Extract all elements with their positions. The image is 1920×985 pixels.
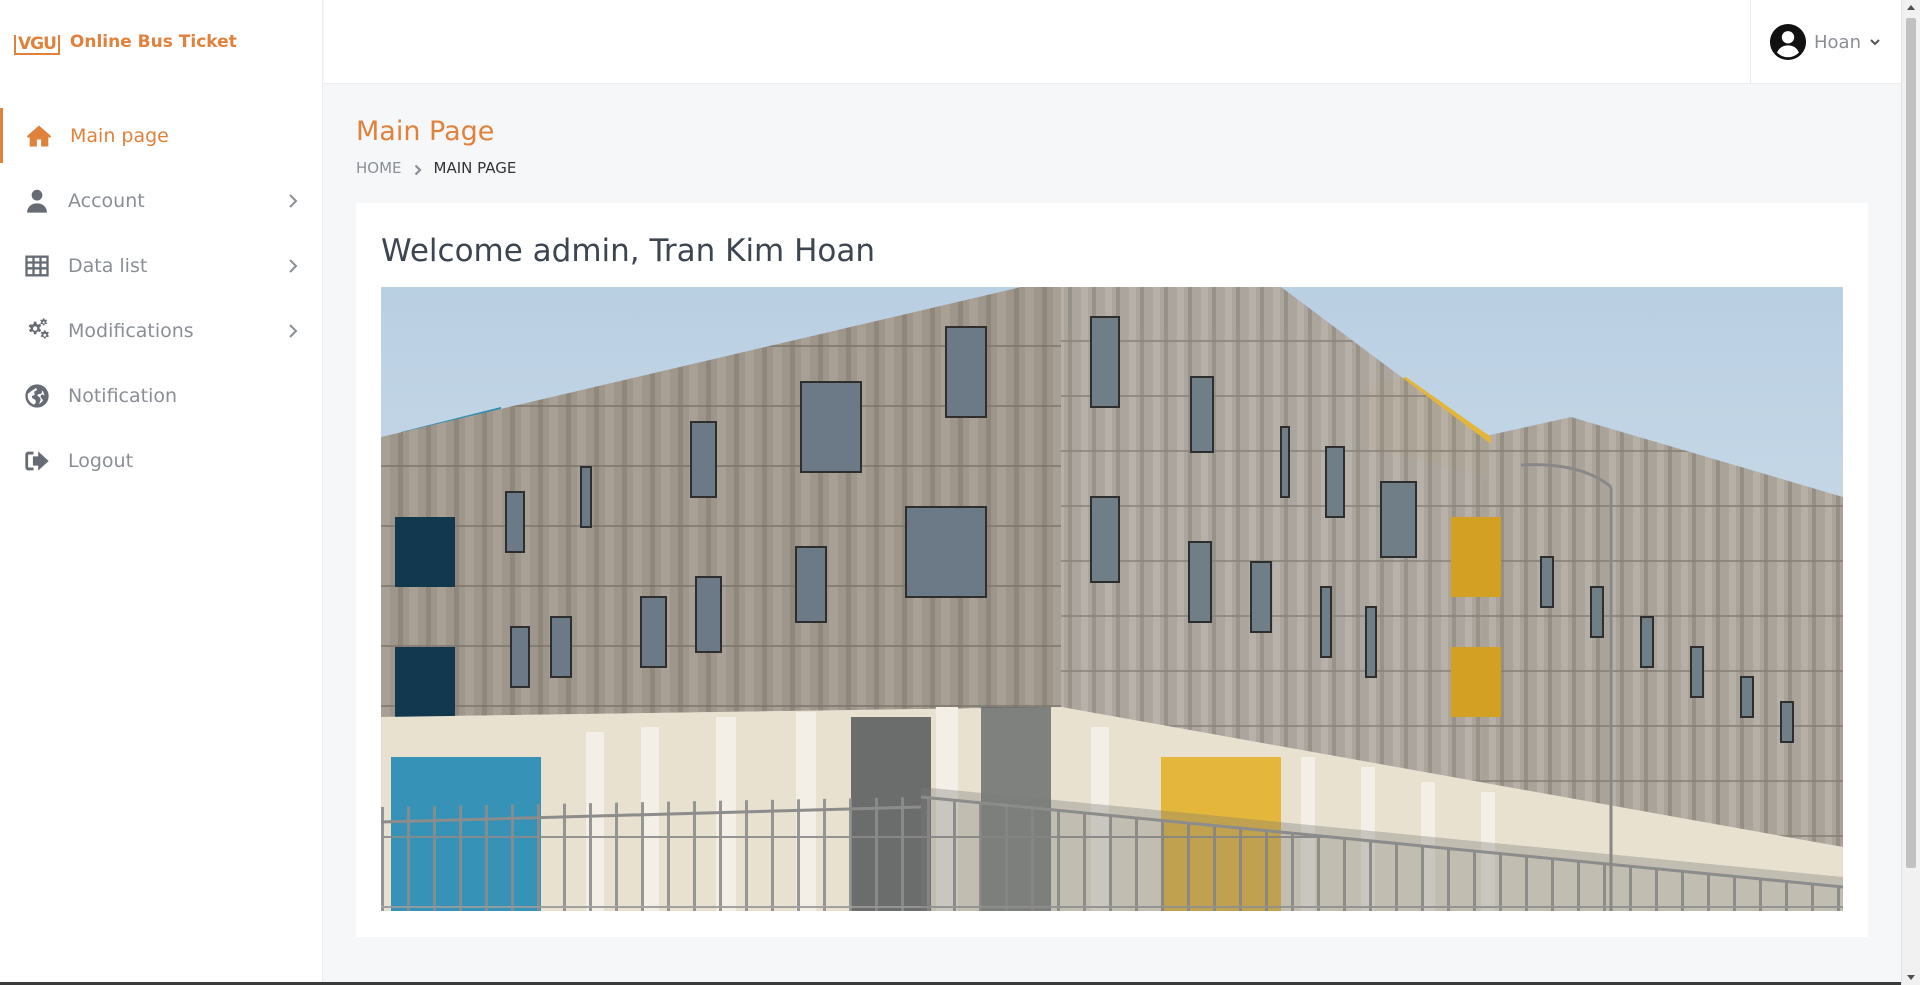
page-title: Main Page [356, 116, 495, 147]
user-circle-icon [1769, 23, 1807, 61]
top-bar: Hoan [324, 0, 1901, 84]
brand-name: Online Bus Ticket [69, 32, 237, 52]
sidebar-item-label: Main page [70, 124, 169, 147]
home-icon [22, 119, 56, 153]
gears-icon [20, 314, 54, 348]
sidebar-item-label: Modifications [68, 319, 194, 342]
sidebar: VGU Online Bus Ticket Main page Account … [0, 0, 323, 985]
chevron-down-icon [1869, 33, 1881, 52]
chevron-right-icon [286, 256, 300, 273]
sidebar-item-modifications[interactable]: Modifications [0, 303, 322, 358]
sidebar-item-notification[interactable]: Notification [0, 368, 322, 423]
sidebar-item-label: Data list [68, 254, 148, 277]
brand-logo: VGU [14, 30, 60, 55]
chevron-right-icon [412, 162, 424, 176]
sidebar-item-label: Logout [68, 449, 134, 472]
sidebar-item-main-page[interactable]: Main page [0, 108, 322, 163]
user-icon [20, 184, 54, 218]
welcome-heading: Welcome admin, Tran Kim Hoan [381, 233, 876, 269]
scroll-up-arrow-icon[interactable] [1907, 5, 1915, 10]
sidebar-item-data-list[interactable]: Data list [0, 238, 322, 293]
user-menu-toggle[interactable]: Hoan [1750, 0, 1901, 84]
vertical-scrollbar[interactable] [1901, 0, 1920, 985]
globe-icon [20, 379, 54, 413]
sidebar-item-label: Account [68, 189, 145, 212]
campus-building-photo [381, 287, 1843, 911]
sidebar-item-logout[interactable]: Logout [0, 433, 322, 488]
welcome-card: Welcome admin, Tran Kim Hoan [356, 203, 1868, 937]
breadcrumb-home-link[interactable]: HOME [356, 159, 402, 177]
user-name: Hoan [1814, 31, 1861, 53]
scroll-down-arrow-icon[interactable] [1907, 975, 1915, 980]
sidebar-item-account[interactable]: Account [0, 173, 322, 228]
chevron-right-icon [286, 321, 300, 338]
sidebar-menu: Main page Account Data list Modification… [0, 108, 322, 488]
scrollbar-thumb[interactable] [1906, 18, 1916, 868]
logout-icon [20, 444, 54, 478]
breadcrumb-current: MAIN PAGE [433, 159, 517, 177]
brand[interactable]: VGU Online Bus Ticket [0, 0, 322, 84]
breadcrumb: HOME MAIN PAGE [356, 159, 1868, 177]
sidebar-item-label: Notification [68, 384, 178, 407]
main-content: Main Page HOME MAIN PAGE Welcome admin, … [356, 84, 1868, 937]
chevron-right-icon [286, 191, 300, 208]
table-icon [20, 249, 54, 283]
